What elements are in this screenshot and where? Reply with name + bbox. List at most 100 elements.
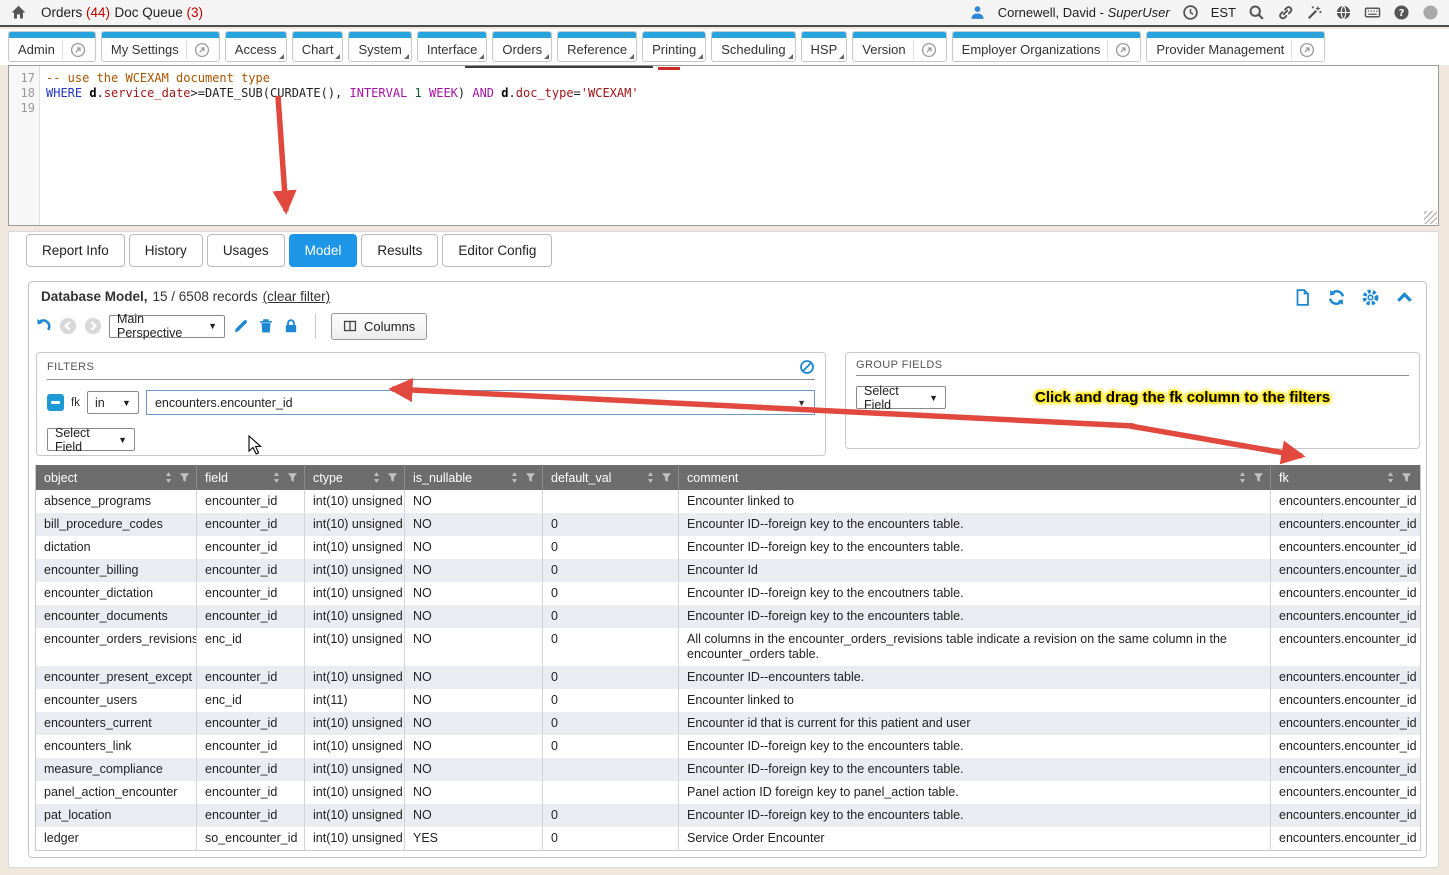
table-row[interactable]: pat_locationencounter_idint(10) unsigned… [36,804,1420,827]
filter-select-field[interactable]: Select Field▼ [47,428,135,451]
breadcrumb: Orders (44) Doc Queue (3) [41,4,203,22]
refresh-icon[interactable] [1327,288,1346,307]
column-header-fk[interactable]: fk [1270,465,1418,490]
report-tab-bar: Report InfoHistoryUsagesModelResultsEdit… [26,234,552,267]
nav-tab-interface[interactable]: Interface [417,31,488,62]
nav-tab-orders[interactable]: Orders [492,31,552,62]
filter-value-combobox[interactable]: encounters.encounter_id▼ [146,390,815,415]
nav-tab-printing[interactable]: Printing [642,31,706,62]
sort-icon[interactable] [270,471,283,484]
help-icon[interactable]: ? [1393,4,1410,21]
undo-icon[interactable] [34,317,52,335]
nav-tab-hsp[interactable]: HSP [801,31,848,62]
filter-funnel-icon[interactable] [1400,471,1413,484]
tab-results[interactable]: Results [361,234,438,267]
collapse-icon[interactable] [1395,288,1414,307]
clear-filter-link[interactable]: (clear filter) [263,289,331,304]
tab-editor-config[interactable]: Editor Config [442,234,552,267]
nav-tab-chart[interactable]: Chart [292,31,344,62]
editor-code[interactable]: -- use the WCEXAM document typeWHERE d.s… [40,66,1438,225]
table-row[interactable]: bill_procedure_codesencounter_idint(10) … [36,513,1420,536]
column-header-field[interactable]: field [196,465,304,490]
table-row[interactable]: encounter_present_exceptencounter_idint(… [36,666,1420,689]
tab-report-info[interactable]: Report Info [26,234,125,267]
filter-funnel-icon[interactable] [660,471,673,484]
link-icon[interactable] [1277,4,1294,21]
remove-filter-button[interactable] [47,394,64,411]
nav-tab-employer-organizations[interactable]: Employer Organizations [952,31,1142,62]
group-select-field[interactable]: Select Field▼ [856,386,946,409]
breadcrumb-item[interactable]: Doc Queue (3) [114,5,203,20]
gear-icon[interactable] [1361,288,1380,307]
sort-icon[interactable] [1236,471,1249,484]
sort-icon[interactable] [370,471,383,484]
nav-tab-version[interactable]: Version [852,31,946,62]
table-row[interactable]: absence_programsencounter_idint(10) unsi… [36,490,1420,513]
nav-tab-access[interactable]: Access [225,31,287,62]
nav-back-icon[interactable] [59,317,77,335]
external-link-icon[interactable] [194,42,210,58]
wand-icon[interactable] [1306,4,1323,21]
column-header-object[interactable]: object [36,465,196,490]
nav-tab-accent [802,32,847,38]
nav-tab-admin[interactable]: Admin [8,31,96,62]
nav-forward-icon[interactable] [84,317,102,335]
clear-filters-icon[interactable] [799,359,815,375]
column-header-default_val[interactable]: default_val [542,465,678,490]
filter-funnel-icon[interactable] [524,471,537,484]
cell-field: enc_id [196,628,304,666]
filter-funnel-icon[interactable] [386,471,399,484]
table-row[interactable]: encounter_orders_revisionsenc_idint(10) … [36,628,1420,666]
table-row[interactable]: dictationencounter_idint(10) unsignedNO0… [36,536,1420,559]
filter-funnel-icon[interactable] [178,471,191,484]
table-row[interactable]: ledgerso_encounter_idint(10) unsignedYES… [36,827,1420,850]
edit-perspective-icon[interactable] [232,317,250,335]
tab-model[interactable]: Model [289,234,358,267]
breadcrumb-item[interactable]: Orders (44) [41,5,110,20]
sort-icon[interactable] [508,471,521,484]
cell-object: encounter_present_except [36,666,196,689]
search-icon[interactable] [1248,4,1265,21]
editor-resize-handle[interactable] [1424,211,1437,224]
table-row[interactable]: encounter_documentsencounter_idint(10) u… [36,605,1420,628]
external-link-icon[interactable] [1299,42,1315,58]
sort-icon[interactable] [644,471,657,484]
keyboard-icon[interactable] [1364,4,1381,21]
nav-tab-scheduling[interactable]: Scheduling [711,31,795,62]
cell-comment: Encounter ID--foreign key to the encount… [678,536,1270,559]
sort-icon[interactable] [162,471,175,484]
filter-funnel-icon[interactable] [286,471,299,484]
sql-editor[interactable]: 171819 -- use the WCEXAM document typeWH… [8,65,1439,226]
home-icon[interactable] [10,4,27,21]
nav-tab-system[interactable]: System [348,31,411,62]
lock-perspective-icon[interactable] [282,317,300,335]
globe-icon[interactable] [1335,4,1352,21]
columns-button[interactable]: Columns [331,313,427,340]
external-link-icon[interactable] [70,42,86,58]
column-header-is_nullable[interactable]: is_nullable [404,465,542,490]
nav-tab-my-settings[interactable]: My Settings [101,31,220,62]
table-row[interactable]: encounter_billingencounter_idint(10) uns… [36,559,1420,582]
sort-icon[interactable] [1384,471,1397,484]
column-header-ctype[interactable]: ctype [304,465,404,490]
table-row[interactable]: encounters_currentencounter_idint(10) un… [36,712,1420,735]
table-row[interactable]: encounter_dictationencounter_idint(10) u… [36,582,1420,605]
filter-operator-select[interactable]: in▼ [87,391,139,414]
nav-tab-provider-management[interactable]: Provider Management [1146,31,1325,62]
external-link-icon[interactable] [921,42,937,58]
column-header-comment[interactable]: comment [678,465,1270,490]
delete-perspective-icon[interactable] [257,317,275,335]
table-row[interactable]: encounters_linkencounter_idint(10) unsig… [36,735,1420,758]
tab-usages[interactable]: Usages [207,234,285,267]
table-row[interactable]: measure_complianceencounter_idint(10) un… [36,758,1420,781]
tab-history[interactable]: History [129,234,203,267]
nav-tab-accent [102,32,219,38]
table-row[interactable]: panel_action_encounterencounter_idint(10… [36,781,1420,804]
new-document-icon[interactable] [1293,288,1312,307]
cell-comment: Encounter id that is current for this pa… [678,712,1270,735]
nav-tab-reference[interactable]: Reference [557,31,637,62]
filter-funnel-icon[interactable] [1252,471,1265,484]
perspective-select[interactable]: Main Perspective▼ [109,315,225,338]
external-link-icon[interactable] [1115,42,1131,58]
table-row[interactable]: encounter_usersenc_idint(11)NO0Encounter… [36,689,1420,712]
